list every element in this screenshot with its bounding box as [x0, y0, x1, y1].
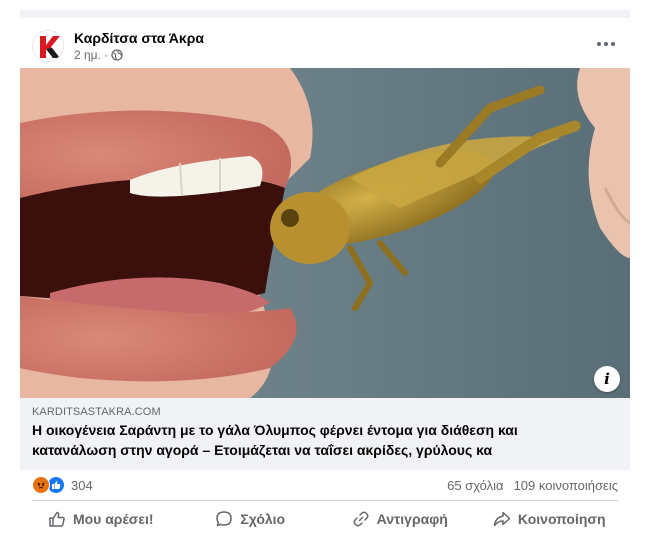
link-domain: KARDITSASTAKRA.COM	[32, 406, 161, 418]
globe-icon[interactable]	[111, 49, 123, 61]
like-button-label: Μου αρέσει!	[72, 511, 154, 527]
page-name[interactable]: Καρδίτσα στα Άκρα	[74, 30, 204, 46]
shares-count[interactable]: 109 κοινοποιήσεις	[514, 478, 618, 493]
page-avatar[interactable]	[32, 30, 64, 62]
share-button-label: Κοινοποίηση	[517, 511, 606, 527]
link-title-line2: κατανάλωση στην αγορά – Ετοιμάζεται να τ…	[32, 442, 493, 458]
thumbs-up-icon	[49, 511, 65, 527]
info-icon[interactable]: i	[594, 366, 620, 392]
angry-reaction-icon	[32, 476, 50, 494]
post-meta: 2 ημ. ·	[74, 48, 123, 62]
facebook-post: Καρδίτσα στα Άκρα 2 ημ. · i KARDITSASTAK…	[20, 10, 630, 536]
stats-right: 65 σχόλια 109 κοινοποιήσεις	[447, 478, 618, 493]
page-logo-icon	[33, 31, 63, 61]
action-bar: Μου αρέσει! Σχόλιο Αντιγραφή Κοινοποίηση	[20, 502, 630, 536]
reactions-summary[interactable]: 304	[32, 476, 93, 494]
post-time[interactable]: 2 ημ.	[74, 48, 101, 62]
comment-button[interactable]: Σχόλιο	[176, 502, 326, 536]
share-button[interactable]: Κοινοποίηση	[475, 502, 625, 536]
meta-separator: ·	[103, 48, 108, 62]
comments-count[interactable]: 65 σχόλια	[447, 478, 503, 493]
actions-divider	[32, 500, 618, 501]
copy-button-label: Αντιγραφή	[376, 511, 448, 527]
link-icon	[353, 511, 369, 527]
copy-button[interactable]: Αντιγραφή	[325, 502, 475, 536]
link-preview[interactable]: KARDITSASTAKRA.COM Η οικογένεια Σαράντη …	[20, 398, 630, 470]
post-photo[interactable]: i	[20, 68, 630, 398]
more-options-icon[interactable]	[594, 32, 618, 56]
reactions-count: 304	[71, 477, 93, 493]
share-icon	[493, 511, 511, 527]
feed-separator	[20, 10, 630, 18]
comment-icon	[216, 511, 233, 527]
post-header: Καρδίτσα στα Άκρα 2 ημ. ·	[20, 28, 630, 72]
comment-button-label: Σχόλιο	[240, 511, 286, 527]
link-title-line1: Η οικογένεια Σαράντη με το γάλα Όλυμπος …	[32, 422, 518, 438]
post-stats: 304 65 σχόλια 109 κοινοποιήσεις	[20, 470, 630, 500]
photo-mouth-grasshopper	[20, 68, 630, 398]
like-button[interactable]: Μου αρέσει!	[26, 502, 176, 536]
